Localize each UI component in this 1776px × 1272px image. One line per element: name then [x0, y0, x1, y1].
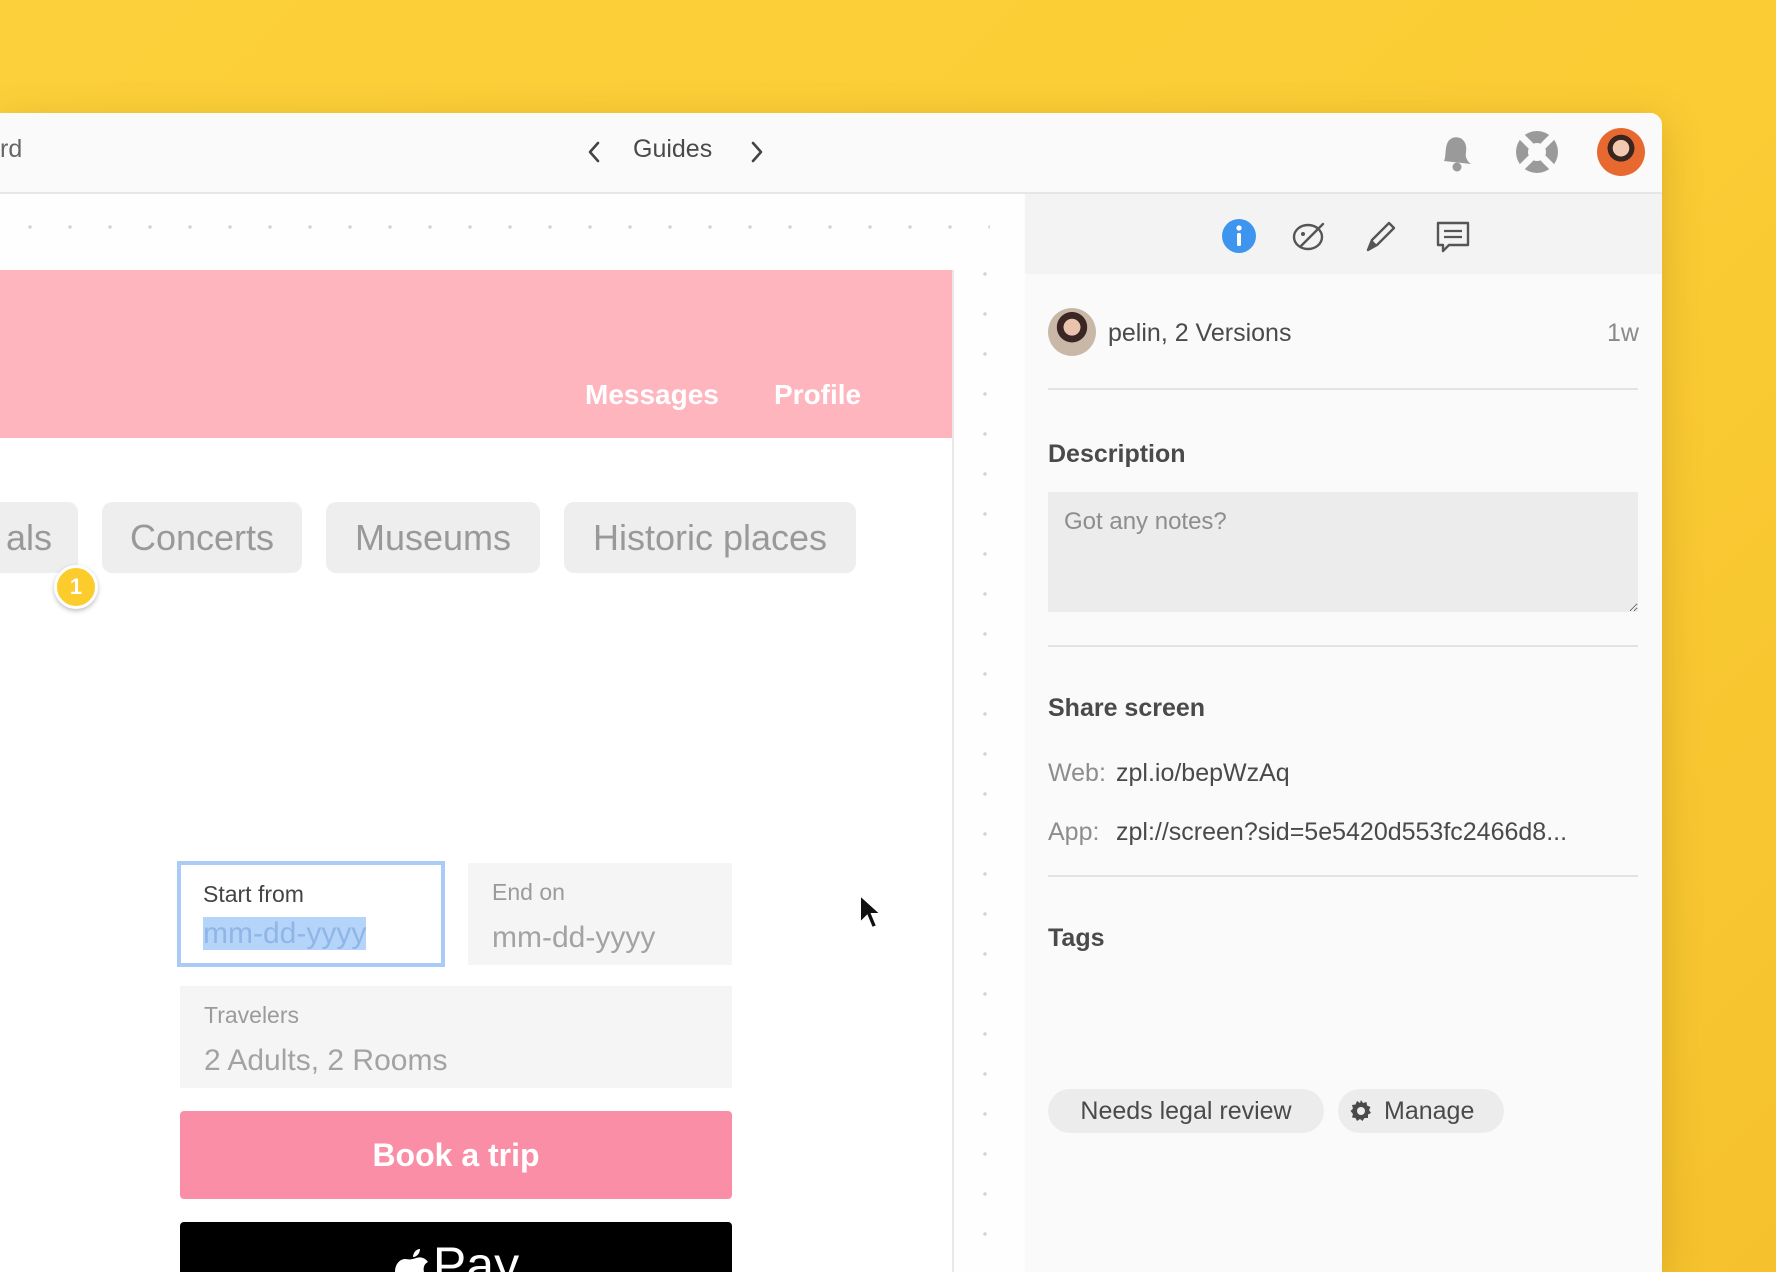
mouse-cursor-icon: [859, 893, 884, 930]
timestamp: 1w: [1607, 319, 1639, 347]
app-header: Messages Profile: [0, 270, 952, 438]
divider: [1048, 388, 1638, 390]
pen-icon[interactable]: [1360, 216, 1400, 256]
author-avatar[interactable]: [1048, 308, 1096, 356]
category-chip-concerts[interactable]: Concerts: [102, 502, 302, 573]
category-chip-museums[interactable]: Museums: [326, 502, 540, 573]
nav-link-profile[interactable]: Profile: [774, 379, 861, 411]
info-icon[interactable]: [1219, 216, 1259, 256]
gear-icon: [1350, 1100, 1371, 1121]
tag-needs-legal-review[interactable]: Needs legal review: [1048, 1089, 1324, 1133]
breadcrumb[interactable]: rd: [0, 135, 22, 164]
category-chip-historic-places[interactable]: Historic places: [564, 502, 856, 573]
app-link-value[interactable]: zpl://screen?sid=5e5420d553fc2466d8...: [1116, 818, 1567, 847]
design-canvas: Messages Profile als Concerts Museums Hi…: [0, 194, 1024, 1272]
apple-logo-icon: [394, 1248, 428, 1272]
inspector-tabbar: [1025, 194, 1662, 274]
web-link-label: Web:: [1048, 759, 1106, 787]
category-chip[interactable]: als: [0, 502, 78, 573]
manage-tags-button[interactable]: Manage: [1338, 1089, 1504, 1133]
inspector-sidebar: pelin, 2 Versions 1w Description Share s…: [1025, 194, 1662, 1272]
divider: [1048, 875, 1638, 877]
nav-link-messages[interactable]: Messages: [585, 379, 719, 411]
help-lifebuoy-icon[interactable]: [1512, 127, 1562, 177]
screen-title[interactable]: Guides: [633, 135, 712, 164]
book-trip-button[interactable]: Book a trip: [180, 1111, 732, 1199]
tags-title: Tags: [1048, 924, 1105, 952]
travelers-field[interactable]: Travelers 2 Adults, 2 Rooms: [180, 986, 732, 1088]
web-link-value[interactable]: zpl.io/bepWzAq: [1116, 759, 1290, 788]
start-date-field[interactable]: Start from mm-dd-yyyy: [177, 861, 445, 967]
screen-artboard[interactable]: Messages Profile als Concerts Museums Hi…: [0, 270, 954, 1272]
end-date-field[interactable]: End on mm-dd-yyyy: [468, 863, 732, 965]
chevron-right-icon[interactable]: [744, 137, 770, 167]
canvas-grid-dots-vertical: [983, 254, 987, 1264]
end-date-label: End on: [492, 879, 565, 905]
bell-icon[interactable]: [1430, 127, 1480, 177]
end-date-value[interactable]: mm-dd-yyyy: [492, 921, 655, 955]
annotation-badge[interactable]: 1: [54, 565, 98, 609]
style-palette-icon[interactable]: [1289, 216, 1329, 256]
app-window: rd Guides Messages Profile als Concerts …: [0, 113, 1662, 1272]
author-versions[interactable]: pelin, 2 Versions: [1108, 319, 1291, 348]
chevron-left-icon[interactable]: [581, 137, 607, 167]
start-date-value[interactable]: mm-dd-yyyy: [203, 917, 367, 951]
manage-label: Manage: [1384, 1097, 1475, 1125]
description-title: Description: [1048, 440, 1186, 468]
share-screen-title: Share screen: [1048, 694, 1206, 722]
user-avatar[interactable]: [1597, 128, 1645, 176]
travelers-label: Travelers: [204, 1002, 299, 1028]
canvas-grid-dots: [10, 225, 990, 229]
app-link-label: App:: [1048, 818, 1100, 846]
comment-icon[interactable]: [1433, 216, 1473, 256]
start-date-label: Start from: [203, 881, 304, 907]
description-notes-input[interactable]: [1048, 492, 1638, 612]
travelers-value[interactable]: 2 Adults, 2 Rooms: [204, 1044, 447, 1078]
divider: [1048, 645, 1638, 647]
top-bar: rd Guides: [0, 113, 1662, 194]
apple-pay-button[interactable]: Pay: [180, 1222, 732, 1272]
